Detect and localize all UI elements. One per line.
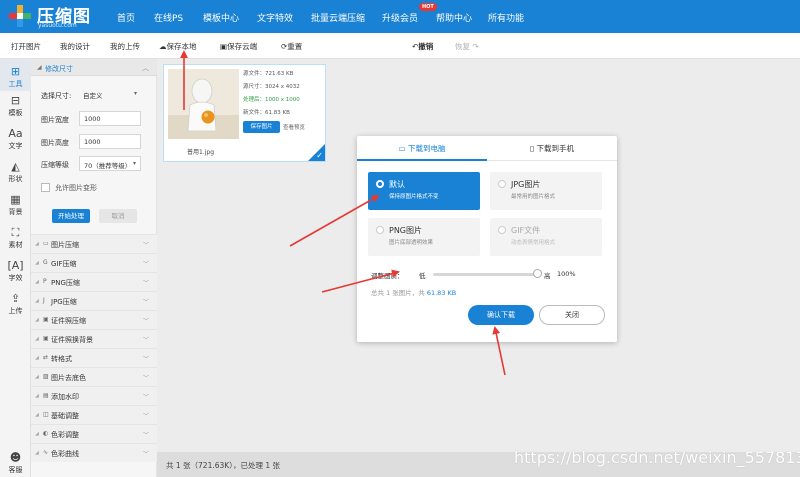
annotation-arrows <box>180 50 506 376</box>
arrow-to-quality-slider <box>321 269 400 293</box>
watermark-text: https://blog.csdn.net/weixin_55781396 <box>514 448 800 467</box>
arrow-to-confirm-button <box>492 326 506 376</box>
arrow-to-default-option <box>289 195 380 247</box>
